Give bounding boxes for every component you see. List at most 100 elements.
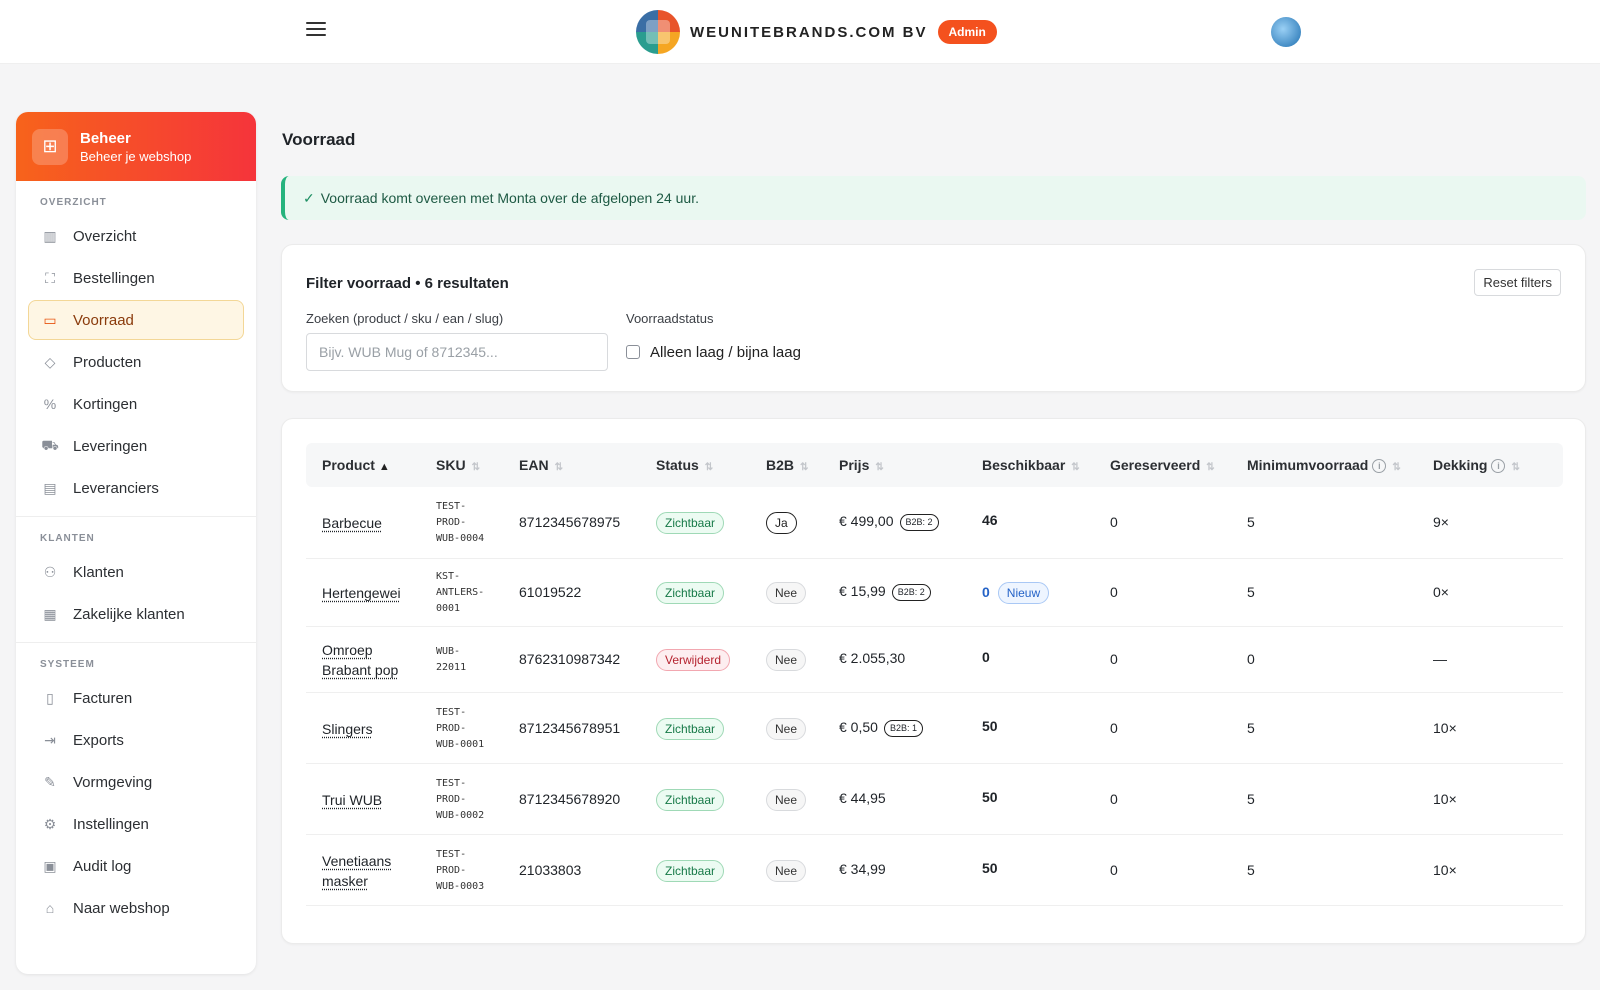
hamburger-menu-icon[interactable] [306,22,326,38]
brand[interactable]: WEUNITEBRANDS.COM BV Admin [636,10,997,54]
available-cell: 46 [982,512,998,528]
available-value: 50 [982,717,998,734]
building-icon: ▦ [43,605,57,622]
column-header-dekking[interactable]: Dekking i ⇅ [1433,457,1520,473]
sidebar-item-label: Facturen [73,689,133,707]
discount-icon: % [43,396,57,412]
low-stock-checkbox-label[interactable]: Alleen laag / bijna laag [650,344,801,361]
check-icon: ✓ [303,189,315,206]
sidebar-item-klanten[interactable]: ⚇ Klanten [28,552,244,592]
sidebar-item-producten[interactable]: ◇ Producten [28,342,244,382]
sidebar-item-audit-log[interactable]: ▣ Audit log [28,846,244,886]
status-cell: Zichtbaar [656,512,725,534]
column-header-sku[interactable]: SKU ⇅ [436,457,480,473]
sidebar-item-label: Naar webshop [73,899,170,917]
status-cell: Zichtbaar [656,788,725,811]
sidebar-item-zakelijke-klanten[interactable]: ▦ Zakelijke klanten [28,594,244,634]
product-cell: Venetiaans masker [322,851,391,891]
success-alert: ✓ Voorraad komt overeen met Monta over d… [281,176,1586,220]
sidebar-item-naar-webshop[interactable]: ⌂ Naar webshop [28,888,244,928]
sidebar-item-label: Producten [73,353,142,371]
reset-filters-button[interactable]: Reset filters [1474,269,1561,296]
ean-cell: 8712345678975 [519,514,621,530]
sort-icon: ⇅ [704,462,714,473]
b2b-cell: Nee [766,582,807,604]
sidebar-item-instellingen[interactable]: ⚙ Instellingen [28,804,244,844]
column-header-product[interactable]: Product ▲ [322,457,390,473]
sidebar-header: ⊞ Beheer Beheer je webshop [16,112,256,181]
available-value: 0 [982,584,990,600]
b2b-badge: Nee [766,788,807,811]
product-cell: Trui WUB [322,790,382,810]
coverage-cell: — [1433,651,1447,667]
sidebar-item-vormgeving[interactable]: ✎ Vormgeving [28,762,244,802]
table-row[interactable]: Venetiaans masker TEST- PROD- WUB-0003 210338… [306,835,1563,906]
available-cell: 0 Nieuw [982,582,1050,604]
price-cell: € 499,00 B2B: 2 [839,513,939,531]
column-header-status[interactable]: Status ⇅ [656,457,713,473]
sidebar-item-exports[interactable]: ⇥ Exports [28,720,244,760]
sidebar-item-overzicht[interactable]: ▥ Overzicht [28,216,244,256]
column-header-ean[interactable]: EAN ⇅ [519,457,563,473]
price: € 44,95 [839,789,886,806]
table-row[interactable]: Barbecue TEST- PROD- WUB-0004 8712345678975 Z… [306,487,1563,559]
product-name-line[interactable]: Hertengewei [322,583,401,603]
table-row[interactable]: Omroep Brabant pop WUB- 22011 8762310987342 V… [306,627,1563,693]
price-cell: € 15,99 B2B: 2 [839,583,931,601]
product-name-line[interactable]: Barbecue [322,513,382,533]
table-row[interactable]: Trui WUB TEST- PROD- WUB-0002 8712345678920 Z… [306,764,1563,835]
low-stock-checkbox[interactable] [626,345,640,359]
sku-line: 0001 [436,603,461,614]
sidebar-item-label: Leveranciers [73,479,159,497]
product-name-line[interactable]: Slingers [322,719,373,739]
search-input[interactable] [306,333,608,371]
sidebar-item-label: Kortingen [73,395,138,413]
column-header-b2b[interactable]: B2B ⇅ [766,457,808,473]
coverage-cell: 10× [1433,861,1457,878]
table-header: Product ▲ SKU ⇅ EAN ⇅ Status ⇅ B2B ⇅ Prijs ⇅ B… [306,443,1563,487]
sku-cell: WUB- 22011 [436,644,466,676]
coverage-cell: 9× [1433,514,1449,530]
sku-cell: TEST- PROD- WUB-0002 [436,776,484,824]
users-icon: ⚇ [43,563,57,580]
product-name-line[interactable]: masker [322,871,391,891]
sort-icon: ⇅ [1392,462,1401,473]
product-name-line[interactable]: Trui WUB [322,790,382,810]
sidebar-item-bestellingen[interactable]: ⛶ Bestellingen [28,258,244,298]
available-cell: 50 [982,789,998,805]
section-label-klanten: KLANTEN [40,533,95,544]
sort-icon: ⇅ [1206,462,1215,473]
b2b-cell: Nee [766,649,807,671]
id-card-icon: ▤ [43,479,57,496]
sku-line: PROD- [436,864,467,876]
info-icon[interactable]: i [1491,459,1506,473]
column-header-minimumvoorraad[interactable]: Minimumvoorraad i ⇅ [1247,457,1401,473]
column-header-beschikbaar[interactable]: Beschikbaar ⇅ [982,457,1080,473]
sku-line: WUB-0003 [436,880,485,892]
product-name-line[interactable]: Brabant pop [322,660,398,680]
user-avatar[interactable] [1271,17,1301,47]
sidebar-item-facturen[interactable]: ▯ Facturen [28,678,244,718]
new-badge: Nieuw [997,582,1050,604]
column-header-gereserveerd[interactable]: Gereserveerd ⇅ [1110,457,1215,473]
sku-line: WUB-0001 [436,738,485,750]
product-name-line[interactable]: Venetiaans [322,851,391,871]
product-cell: Omroep Brabant pop [322,640,398,680]
table-row[interactable]: Slingers TEST- PROD- WUB-0001 8712345678951 Z… [306,693,1563,764]
info-icon[interactable]: i [1372,459,1387,473]
sort-icon: ⇅ [1071,462,1080,473]
table-row[interactable]: Hertengewei KST- ANTLERS- 0001 61019522 Zicht… [306,559,1563,627]
coverage-cell: 10× [1433,719,1457,736]
sidebar-item-leveringen[interactable]: ⛟ Leveringen [28,426,244,466]
status-badge: Zichtbaar [656,859,725,882]
brush-icon: ✎ [44,773,56,790]
minimum-cell: 5 [1247,719,1255,736]
sort-ascending-icon: ▲ [378,461,390,473]
sidebar-item-voorraad[interactable]: ▭ Voorraad [28,300,244,340]
sidebar-item-kortingen[interactable]: % Kortingen [28,384,244,424]
price-cell: € 34,99 [839,861,886,877]
sidebar-item-leveranciers[interactable]: ▤ Leveranciers [28,468,244,508]
document-icon: ▯ [46,689,54,706]
product-name-line[interactable]: Omroep [322,640,398,660]
column-header-prijs[interactable]: Prijs ⇅ [839,457,884,473]
